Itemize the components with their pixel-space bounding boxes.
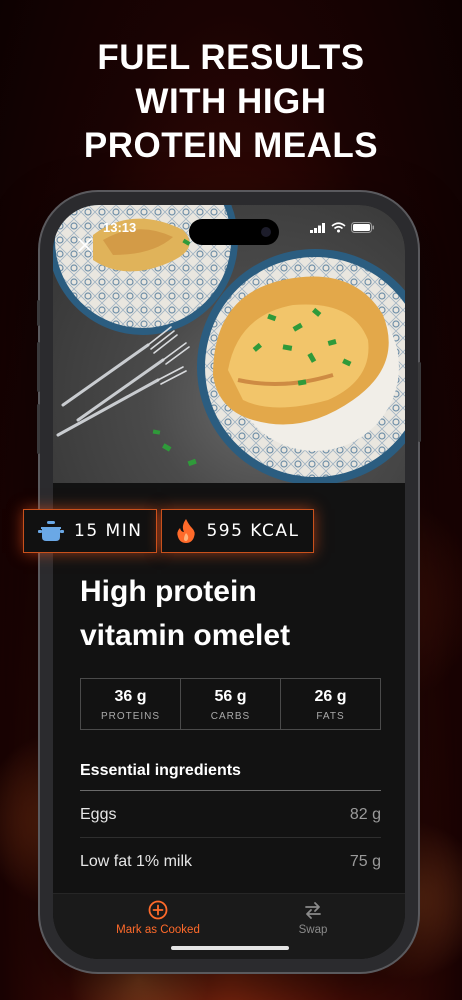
swap-label: Swap: [298, 924, 328, 936]
headline-line-2: WITH HIGH: [135, 82, 327, 121]
bottom-tab-bar: Mark as Cooked Swap: [53, 893, 405, 959]
dynamic-island: [189, 219, 279, 245]
macro-carbs: 56 g CARBS: [181, 679, 281, 729]
wifi-icon: [331, 222, 346, 233]
cook-time-value: 15 MIN: [74, 521, 143, 541]
pot-icon: [38, 521, 64, 541]
calories-value: 595 KCAL: [206, 521, 300, 541]
status-time: 13:13: [103, 220, 137, 235]
mark-as-cooked-button[interactable]: Mark as Cooked: [88, 900, 228, 936]
promo-headline: FUEL RESULTS WITH HIGH PROTEIN MEALS: [0, 36, 462, 168]
omelet-illustration: [53, 205, 405, 483]
swap-button[interactable]: Swap: [243, 900, 383, 936]
cook-time-badge: 15 MIN: [23, 509, 158, 553]
status-bar: 13:13: [53, 217, 405, 245]
ingredient-row: Eggs 82 g: [80, 792, 381, 838]
ingredient-row: Low fat 1% milk 75 g: [80, 839, 381, 885]
battery-icon: [351, 222, 374, 233]
headline-line-1: FUEL RESULTS: [97, 38, 365, 77]
macro-proteins: 36 g PROTEINS: [81, 679, 181, 729]
phone-volume-up: [37, 342, 40, 392]
close-button[interactable]: [73, 233, 97, 257]
meal-title-line-2: vitamin omelet: [80, 619, 291, 652]
macro-value: 26 g: [314, 688, 347, 705]
mark-as-cooked-label: Mark as Cooked: [116, 924, 200, 936]
ingredient-name: Low fat 1% milk: [80, 853, 193, 870]
meal-photo: 13:13: [53, 205, 405, 483]
macro-value: 36 g: [114, 688, 147, 705]
ingredient-amount: 75 g: [349, 853, 381, 870]
meal-title-line-1: High protein: [80, 575, 257, 608]
macro-label: PROTEINS: [100, 711, 161, 722]
phone-volume-down: [37, 404, 40, 454]
plus-circle-icon: [148, 900, 168, 920]
macro-label: CARBS: [210, 711, 251, 722]
macros-table: 36 g PROTEINS 56 g CARBS 26 g FATS: [80, 678, 381, 730]
close-icon: [78, 238, 92, 252]
headline-line-3: PROTEIN MEALS: [83, 126, 379, 165]
swap-arrows-icon: [305, 902, 321, 919]
ingredient-amount: 82 g: [349, 805, 381, 823]
status-icons: [310, 222, 375, 233]
macro-fats: 26 g FATS: [281, 679, 380, 729]
home-indicator: [171, 946, 289, 950]
macro-value: 56 g: [214, 688, 247, 705]
signal-icon: [310, 222, 325, 233]
phone-power-button: [418, 362, 421, 442]
macro-label: FATS: [316, 711, 345, 722]
calories-badge: 595 KCAL: [161, 509, 315, 553]
ingredients-heading: Essential ingredients: [80, 762, 241, 779]
ingredient-name: Eggs: [80, 805, 117, 823]
phone-side-button: [37, 300, 40, 326]
flame-icon: [177, 519, 196, 543]
meal-title: High protein vitamin omelet: [80, 570, 380, 658]
camera-dot: [261, 227, 271, 237]
ingredients-divider: [80, 790, 381, 791]
meal-badges: 15 MIN 595 KCAL: [23, 509, 315, 553]
